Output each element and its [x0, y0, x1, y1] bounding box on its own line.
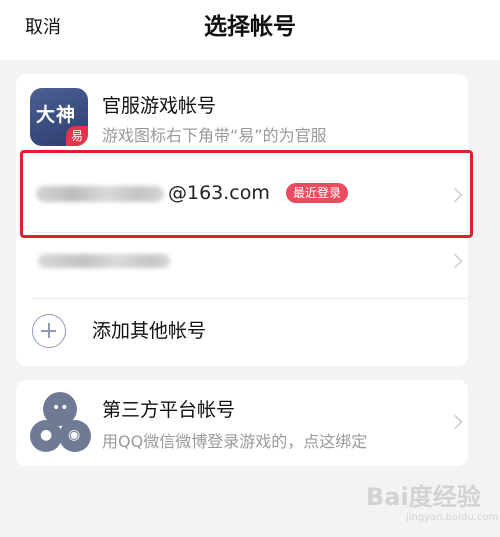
blurred-account-name — [38, 254, 170, 268]
official-section-title: 官服游戏帐号 — [102, 95, 217, 117]
weibo-icon: ◉ — [59, 420, 91, 452]
divider — [32, 298, 468, 299]
add-circle-icon — [32, 314, 66, 348]
social-login-icon: •• ● ◉ — [30, 392, 92, 454]
selection-highlight-box — [20, 150, 473, 238]
account-item-second[interactable] — [16, 234, 468, 294]
chevron-right-icon — [447, 253, 463, 269]
qq-icon: ● — [30, 420, 62, 452]
dashen-app-icon: 大神 易 — [30, 88, 88, 146]
official-section-subtitle: 游戏图标右下角带“易”的为官服 — [102, 126, 327, 145]
chevron-right-icon — [447, 414, 463, 430]
top-bar: 取消 选择帐号 — [0, 0, 500, 60]
watermark-url: jingyan.baidu.com — [406, 512, 499, 523]
app-icon-text: 大神 — [36, 104, 77, 126]
baidu-jingyan-watermark: Bai度经验 — [366, 483, 481, 511]
third-party-account-card[interactable]: •• ● ◉ 第三方平台帐号 用QQ微信微博登录游戏的，点这绑定 — [16, 380, 468, 466]
third-party-subtitle: 用QQ微信微博登录游戏的，点这绑定 — [102, 432, 368, 451]
add-account-label: 添加其他帐号 — [92, 320, 207, 342]
third-party-title: 第三方平台帐号 — [102, 399, 236, 421]
page-title: 选择帐号 — [204, 14, 296, 40]
official-account-header: 大神 易 官服游戏帐号 游戏图标右下角带“易”的为官服 — [16, 74, 468, 154]
add-other-account-button[interactable]: 添加其他帐号 — [16, 300, 468, 366]
official-badge-icon: 易 — [66, 126, 88, 146]
